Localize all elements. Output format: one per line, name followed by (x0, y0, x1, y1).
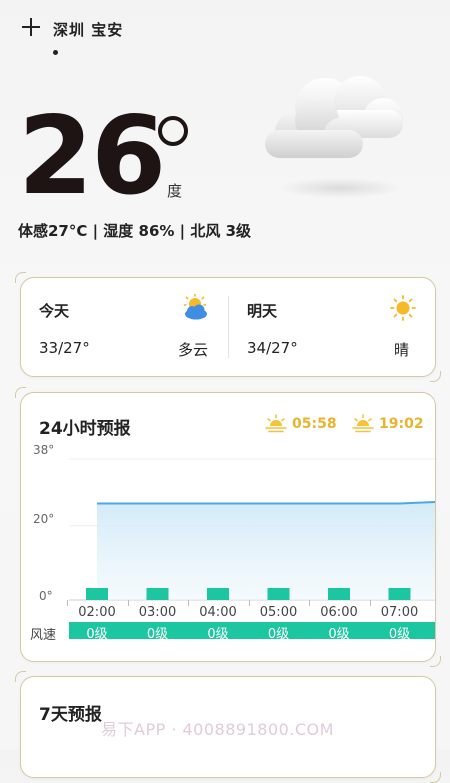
weekly-forecast-title: 7天预报 (39, 705, 102, 725)
axis-tick (248, 600, 250, 606)
current-temperature: 26 (18, 94, 166, 219)
hour-bar (146, 588, 169, 600)
watermark-text: 易下APP · 4008891800.COM (101, 720, 334, 739)
cloud-icon (265, 76, 403, 198)
temperature-unit: 度 (167, 182, 183, 200)
hour-time-label: 04:00 (199, 605, 237, 620)
wind-speed-value: 0级 (146, 627, 169, 642)
wind-speed-value: 0级 (267, 627, 290, 642)
temperature-chart (69, 458, 435, 601)
axis-tick (369, 600, 371, 606)
axis-tick (309, 600, 310, 606)
tomorrow-label: 明天 (247, 302, 278, 320)
hour-time-label: 05:00 (259, 605, 298, 620)
axis-tick (67, 600, 68, 606)
degree-symbol-icon (158, 116, 188, 146)
location-title[interactable]: 深圳 宝安 (53, 19, 123, 40)
hour-bar (86, 588, 108, 600)
axis-tick (188, 600, 189, 606)
hour-bar (267, 588, 290, 600)
axis-tick (127, 600, 129, 606)
hour-bar (207, 588, 229, 600)
weather-details: 体感27°C | 湿度 86% | 北风 3级 (18, 222, 252, 240)
today-temp-range: 33/27° (39, 339, 90, 357)
temperature-area (97, 502, 435, 600)
hour-bar (328, 588, 350, 600)
wind-speed-value: 0级 (86, 627, 108, 642)
hour-time-label: 02:00 (78, 605, 116, 620)
page-indicator-dot (53, 50, 58, 55)
hourly-forecast-card[interactable]: 24小时预报 05:58 19:02 38° 20° 0° 风速 02:00 0… (15, 387, 441, 667)
sunrise-time: 05:58 (292, 416, 337, 432)
y-tick-label: 0° (39, 589, 53, 603)
sunset-icon (352, 414, 374, 433)
wind-speed-value: 0级 (207, 627, 229, 642)
sunrise-icon (265, 414, 287, 433)
add-city-icon[interactable] (22, 18, 40, 36)
wind-speed-value: 0级 (388, 627, 411, 642)
y-tick-label: 38° (33, 443, 55, 457)
wind-speed-value: 0级 (328, 627, 350, 642)
partly-cloudy-icon (184, 294, 207, 320)
hour-bar (388, 588, 411, 600)
wind-speed-label: 风速 (30, 628, 57, 643)
tomorrow-temp-range: 34/27° (247, 339, 298, 357)
tomorrow-condition: 晴 (394, 341, 410, 359)
today-condition: 多云 (178, 341, 209, 359)
hourly-forecast-title: 24小时预报 (39, 419, 131, 439)
y-tick-label: 20° (33, 512, 55, 526)
hour-time-label: 07:00 (380, 605, 419, 620)
sunset-time: 19:02 (379, 416, 424, 432)
temperature-line (97, 501, 435, 505)
today-label: 今天 (39, 302, 70, 320)
hour-time-label: 03:00 (138, 605, 177, 620)
hour-time-label: 06:00 (320, 605, 358, 620)
divider (228, 296, 229, 358)
today-tomorrow-card[interactable]: 今天 33/27° 多云 明天 34/27° 晴 (15, 272, 441, 382)
sunny-icon (390, 295, 416, 321)
